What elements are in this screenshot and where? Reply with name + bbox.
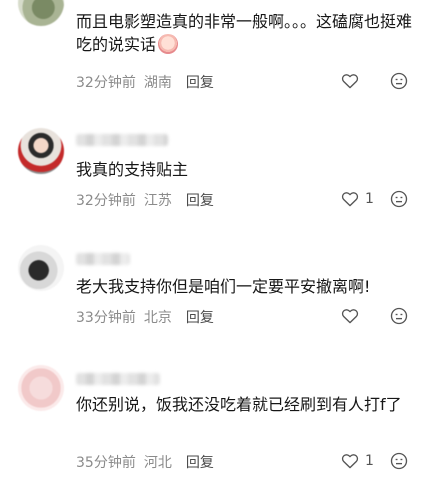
reply-button[interactable]: 回复 — [186, 310, 214, 326]
crying-face-emoji — [158, 34, 179, 54]
like-count: 1 — [365, 190, 374, 207]
avatar[interactable] — [18, 128, 64, 174]
comment-text: 我真的支持贴主 — [76, 160, 189, 179]
username-blurred[interactable] — [76, 373, 160, 385]
comment-time: 35分钟前 — [76, 455, 136, 471]
comment-location: 北京 — [143, 310, 172, 326]
avatar[interactable] — [18, 0, 64, 26]
reply-button[interactable]: 回复 — [186, 75, 214, 91]
comment-location: 河北 — [143, 455, 172, 471]
comment-meta: 32分钟前 江苏 回复 — [76, 190, 214, 210]
comment-time: 32分钟前 — [76, 75, 136, 91]
dislike-face-icon[interactable] — [390, 190, 408, 208]
comment-time: 32分钟前 — [76, 193, 136, 209]
heart-outline-icon — [341, 309, 359, 324]
comment-meta: 33分钟前 北京 回复 — [76, 307, 214, 327]
comment-text: 你还别说，饭我还没吃着就已经刷到有人打f了 — [76, 395, 402, 414]
username-blurred[interactable] — [76, 253, 130, 265]
reply-button[interactable]: 回复 — [186, 193, 214, 209]
comment-text: 而且电影塑造真的非常一般啊。。。这磕腐也挺难吃的说实话 — [76, 12, 413, 54]
comment-meta: 35分钟前 河北 回复 — [76, 452, 214, 472]
heart-outline-icon — [341, 192, 359, 207]
dislike-face-icon[interactable] — [390, 452, 408, 470]
comment-location: 江苏 — [143, 193, 172, 209]
like-button[interactable]: 1 — [341, 190, 374, 207]
like-button[interactable]: 1 — [341, 452, 374, 469]
like-button[interactable] — [341, 72, 365, 89]
comment-item: 你还别说，饭我还没吃着就已经刷到有人打f了 35分钟前 河北 回复 1 — [0, 355, 435, 500]
like-count: 1 — [365, 452, 374, 469]
heart-outline-icon — [341, 454, 359, 469]
comment-text: 老大我支持你但是咱们一定要平安撤离啊! — [76, 277, 371, 296]
dislike-face-icon[interactable] — [390, 72, 408, 90]
dislike-face-icon[interactable] — [390, 307, 408, 325]
like-button[interactable] — [341, 307, 365, 324]
comment-time: 33分钟前 — [76, 310, 136, 326]
avatar[interactable] — [18, 365, 64, 411]
username-blurred[interactable] — [76, 134, 168, 146]
comment-item: 而且电影塑造真的非常一般啊。。。这磕腐也挺难吃的说实话 32分钟前 湖南 回复 — [0, 0, 435, 120]
avatar[interactable] — [18, 245, 64, 291]
reply-button[interactable]: 回复 — [186, 455, 214, 471]
comment-item: 老大我支持你但是咱们一定要平安撤离啊! 33分钟前 北京 回复 — [0, 235, 435, 345]
comment-item: 我真的支持贴主 32分钟前 江苏 回复 1 — [0, 118, 435, 228]
comment-location: 湖南 — [143, 75, 172, 91]
heart-outline-icon — [341, 74, 359, 89]
comment-meta: 32分钟前 湖南 回复 — [76, 72, 214, 92]
